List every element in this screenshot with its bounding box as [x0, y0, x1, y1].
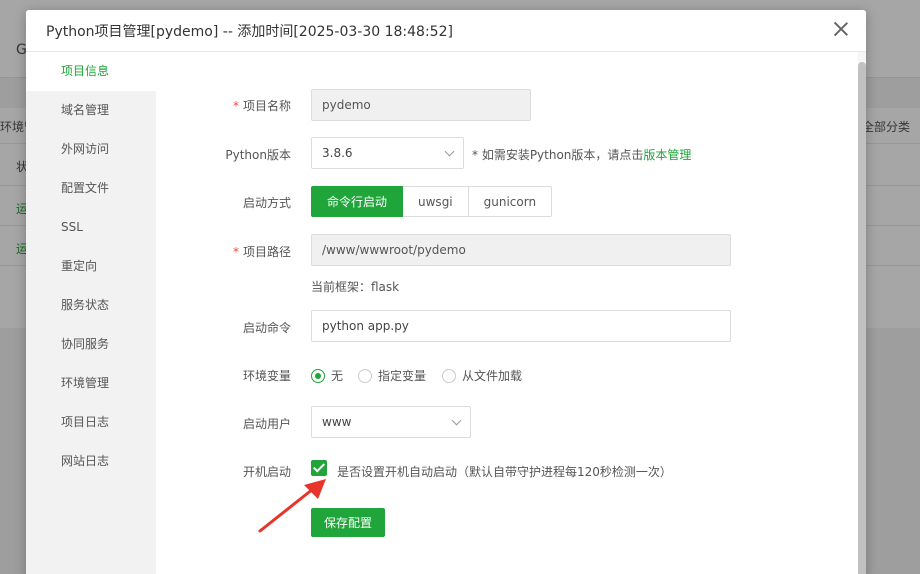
project-settings-modal: Python项目管理[pydemo] -- 添加时间[2025-03-30 18…: [26, 10, 866, 574]
framework-info: 当前框架：flask: [311, 280, 400, 294]
python-version-value: 3.8.6: [322, 146, 353, 160]
modal-scrollbar[interactable]: [858, 52, 866, 574]
env-vars-none-radio[interactable]: 无: [311, 367, 343, 384]
startup-mode-gunicorn[interactable]: gunicorn: [468, 186, 553, 217]
python-version-select[interactable]: 3.8.6: [311, 137, 464, 169]
sidebar-item-redirect[interactable]: 重定向: [26, 247, 156, 286]
sidebar-item-external-access[interactable]: 外网访问: [26, 130, 156, 169]
startup-mode-group: 命令行启动 uwsgi gunicorn: [311, 186, 553, 217]
project-path-label: * 项目路径: [232, 245, 291, 259]
sidebar-item-domain[interactable]: 域名管理: [26, 91, 156, 130]
modal-header: Python项目管理[pydemo] -- 添加时间[2025-03-30 18…: [26, 10, 866, 52]
autostart-checkbox[interactable]: [311, 460, 327, 476]
modal-title: Python项目管理[pydemo] -- 添加时间[2025-03-30 18…: [46, 23, 453, 40]
radio-icon: [358, 368, 372, 383]
env-vars-file-radio[interactable]: 从文件加载: [442, 367, 522, 384]
project-name-field[interactable]: pydemo: [311, 89, 531, 121]
python-version-hint: * 如需安装Python版本，请点击版本管理: [472, 148, 692, 162]
python-version-label: Python版本: [225, 148, 291, 162]
startup-user-value: www: [322, 415, 352, 429]
sidebar-item-project-log[interactable]: 项目日志: [26, 403, 156, 442]
chevron-down-icon: [451, 415, 462, 426]
sidebar-item-collab-service[interactable]: 协同服务: [26, 325, 156, 364]
radio-icon: [442, 368, 456, 383]
sidebar-item-env-management[interactable]: 环境管理: [26, 364, 156, 403]
close-icon[interactable]: [832, 20, 850, 38]
startup-command-field[interactable]: python app.py: [311, 310, 731, 342]
chevron-down-icon: [444, 146, 455, 157]
sidebar: 项目信息 域名管理 外网访问 配置文件 SSL 重定向 服务状态 协同服务 环境…: [26, 52, 156, 574]
project-name-label: * 项目名称: [232, 99, 291, 113]
startup-mode-cli[interactable]: 命令行启动: [311, 186, 404, 217]
scrollbar-thumb[interactable]: [858, 62, 866, 574]
sidebar-item-config-file[interactable]: 配置文件: [26, 169, 156, 208]
sidebar-item-project-info[interactable]: 项目信息: [26, 52, 156, 91]
project-path-field[interactable]: /www/wwwroot/pydemo: [311, 234, 731, 266]
sidebar-item-ssl[interactable]: SSL: [26, 208, 156, 247]
startup-user-select[interactable]: www: [311, 406, 471, 438]
env-vars-label: 环境变量: [242, 369, 291, 383]
startup-mode-label: 启动方式: [242, 196, 291, 210]
autostart-description: 是否设置开机自动启动（默认自带守护进程每120秒检测一次）: [337, 465, 672, 479]
sidebar-item-site-log[interactable]: 网站日志: [26, 442, 156, 481]
arrow-annotation-icon: [258, 479, 326, 533]
sidebar-item-service-status[interactable]: 服务状态: [26, 286, 156, 325]
startup-user-label: 启动用户: [242, 417, 291, 431]
startup-mode-uwsgi[interactable]: uwsgi: [403, 186, 469, 217]
startup-command-label: 启动命令: [242, 321, 291, 335]
version-management-link[interactable]: 版本管理: [643, 148, 691, 162]
env-vars-specify-radio[interactable]: 指定变量: [358, 367, 426, 384]
radio-icon: [311, 368, 325, 383]
